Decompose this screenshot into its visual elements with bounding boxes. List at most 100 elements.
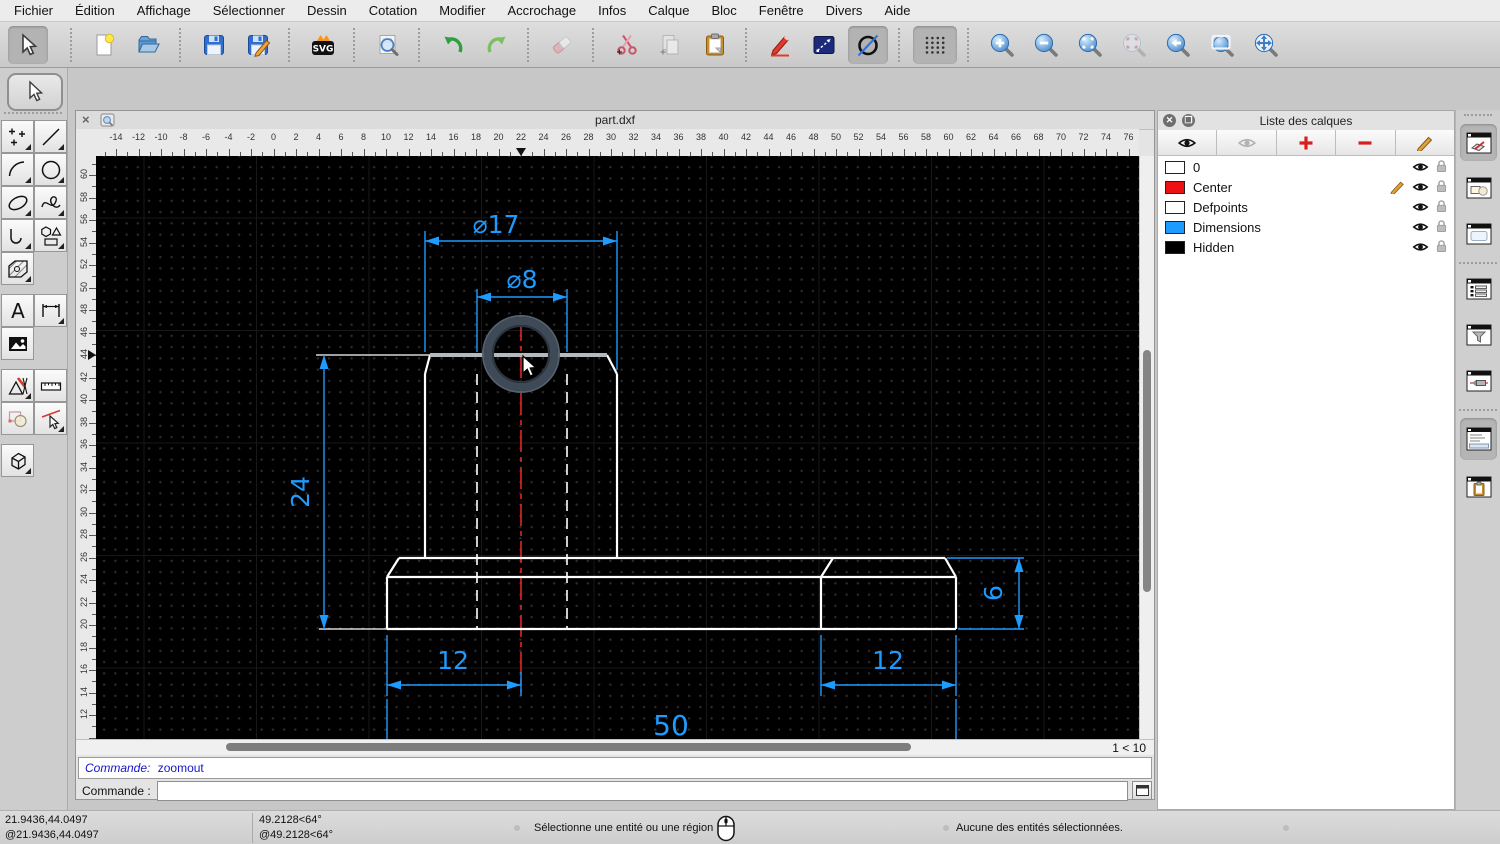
remove-layer-button[interactable] <box>1336 130 1396 156</box>
layer-row-defpoints[interactable]: Defpoints <box>1158 197 1454 217</box>
layer-lock-icon[interactable] <box>1435 179 1448 194</box>
layer-visible-icon[interactable] <box>1412 241 1429 253</box>
hruler-tick <box>453 149 455 156</box>
blocks-panel-toggle-button[interactable] <box>1460 169 1497 206</box>
layer-visible-icon[interactable] <box>1412 221 1429 233</box>
dimension-tool-button[interactable] <box>34 294 67 327</box>
library-browser-toggle-button[interactable] <box>1460 215 1497 252</box>
measure-tool-button[interactable] <box>34 369 67 402</box>
save-button[interactable] <box>194 26 234 64</box>
layer-row-icons <box>1412 219 1448 234</box>
circle-tool-button[interactable] <box>848 25 888 64</box>
open-file-button[interactable] <box>129 26 169 64</box>
redo-button[interactable] <box>477 26 517 64</box>
layer-lock-icon[interactable] <box>1435 159 1448 174</box>
entity-list-toggle-button[interactable] <box>1460 270 1497 307</box>
zoom-auto-button[interactable] <box>1070 26 1110 64</box>
clipboard-panel-toggle-button[interactable] <box>1460 468 1497 505</box>
dim-width-12-right: 12 <box>872 646 904 675</box>
pen-palette-toggle-button[interactable] <box>1460 362 1497 399</box>
print-preview-button[interactable] <box>368 26 408 64</box>
draw-attributes-button[interactable] <box>760 26 800 64</box>
menu-aide[interactable]: Aide <box>884 3 910 18</box>
command-input[interactable] <box>156 780 1128 801</box>
zoom-pan-button[interactable] <box>1246 26 1286 64</box>
layer-lock-icon[interactable] <box>1435 219 1448 234</box>
menu-divers[interactable]: Divers <box>826 3 863 18</box>
layer-row-dimensions[interactable]: Dimensions <box>1158 217 1454 237</box>
toolbar-separator <box>898 27 903 62</box>
layer-lock-icon[interactable] <box>1435 199 1448 214</box>
command-options-button[interactable] <box>1132 781 1152 800</box>
menu-dessin[interactable]: Dessin <box>307 3 347 18</box>
menu-bloc[interactable]: Bloc <box>711 3 736 18</box>
export-svg-button[interactable]: SVG <box>303 26 343 64</box>
layer-visible-icon[interactable] <box>1412 181 1429 193</box>
menu-infos[interactable]: Infos <box>598 3 626 18</box>
delete-button[interactable] <box>542 26 582 64</box>
hruler-tick <box>161 149 162 156</box>
command-line-toggle-button[interactable] <box>1460 418 1497 460</box>
hruler-tick <box>498 149 500 156</box>
line-tool-button[interactable] <box>34 120 67 153</box>
grid-toggle-button[interactable] <box>913 25 957 64</box>
shapes-tool-button[interactable] <box>34 219 67 252</box>
menu-cotation[interactable]: Cotation <box>369 3 417 18</box>
text-tool-button[interactable]: A <box>1 294 34 327</box>
layer-name: Dimensions <box>1193 219 1261 235</box>
selection-pointer-button[interactable] <box>7 73 63 111</box>
selection-filter-toggle-button[interactable] <box>1460 316 1497 353</box>
zoom-in-button[interactable] <box>982 26 1022 64</box>
hruler-label: -8 <box>179 132 188 142</box>
menu-modifier[interactable]: Modifier <box>439 3 485 18</box>
arc-tool-button[interactable] <box>1 153 34 186</box>
menu-accrochage[interactable]: Accrochage <box>507 3 576 18</box>
menu-calque[interactable]: Calque <box>648 3 689 18</box>
vertical-scrollbar[interactable] <box>1139 156 1154 739</box>
ellipse-tool-button[interactable] <box>1 186 34 219</box>
menu-affichage[interactable]: Affichage <box>137 3 191 18</box>
hatch-tool-button[interactable] <box>1 252 34 285</box>
menu-fichier[interactable]: Fichier <box>14 3 53 18</box>
edit-layer-button[interactable] <box>1395 130 1455 156</box>
zoom-previous-button[interactable] <box>1114 26 1154 64</box>
show-all-layers-button[interactable] <box>1158 130 1218 156</box>
copy-button[interactable] <box>651 26 691 64</box>
zoom-out-button[interactable] <box>1026 26 1066 64</box>
new-document-button[interactable] <box>85 26 125 64</box>
vertical-scrollbar-thumb[interactable] <box>1142 350 1151 592</box>
add-layer-button[interactable] <box>1276 130 1337 156</box>
line-tool-button[interactable] <box>804 26 844 64</box>
modify-tool-button[interactable] <box>1 369 34 402</box>
drawing-canvas[interactable]: ⌀17 ⌀8 24 6 12 12 50 <box>96 156 1139 739</box>
circle-tool-button[interactable] <box>34 153 67 186</box>
zoom-window-button[interactable] <box>1202 26 1242 64</box>
undo-button[interactable] <box>433 26 473 64</box>
layer-lock-icon[interactable] <box>1435 239 1448 254</box>
hide-all-layers-button[interactable] <box>1217 130 1277 156</box>
menu-fenetre[interactable]: Fenêtre <box>759 3 804 18</box>
select-tool-button[interactable] <box>8 25 48 64</box>
layers-panel-toggle-button[interactable] <box>1460 124 1497 161</box>
zoom-back-button[interactable] <box>1158 26 1198 64</box>
image-tool-button[interactable] <box>1 327 34 360</box>
menu-selectionner[interactable]: Sélectionner <box>213 3 285 18</box>
dim-width-50: 50 <box>653 709 689 739</box>
spline-tool-button[interactable] <box>34 186 67 219</box>
cut-button[interactable] <box>607 26 647 64</box>
menu-edition[interactable]: Édition <box>75 3 115 18</box>
layer-visible-icon[interactable] <box>1412 201 1429 213</box>
layer-row-0[interactable]: 0 <box>1158 157 1454 177</box>
layer-row-hidden[interactable]: Hidden <box>1158 237 1454 257</box>
layer-visible-icon[interactable] <box>1412 161 1429 173</box>
horizontal-scrollbar-thumb[interactable] <box>226 743 911 751</box>
layer-row-center[interactable]: Center <box>1158 177 1454 197</box>
select-entity-tool-button[interactable] <box>34 402 67 435</box>
polyline-tool-button[interactable] <box>1 219 34 252</box>
save-as-button[interactable] <box>238 26 278 64</box>
points-tool-button[interactable] <box>1 120 34 153</box>
order-tool-button[interactable] <box>1 402 34 435</box>
paste-button[interactable] <box>695 26 735 64</box>
horizontal-scrollbar[interactable]: 1 < 10 <box>76 739 1154 755</box>
solid-3d-tool-button[interactable] <box>1 444 34 477</box>
